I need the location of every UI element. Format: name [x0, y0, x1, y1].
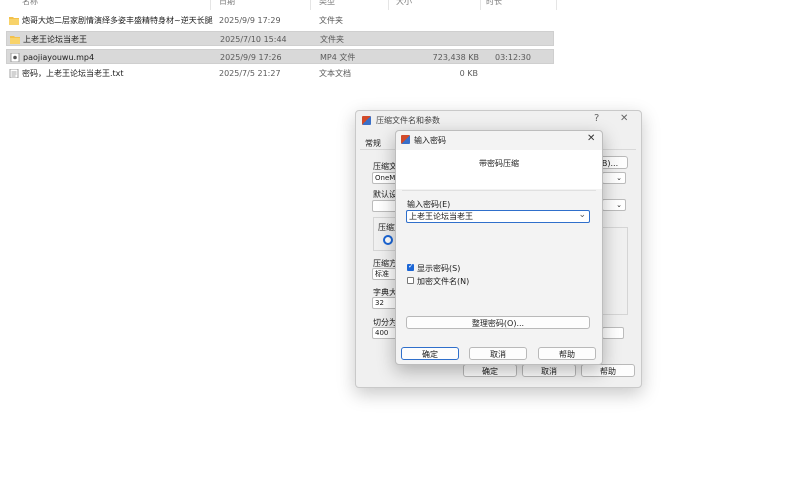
text-file-icon: [9, 69, 19, 78]
file-row[interactable]: 密码，上老王论坛当老王.txt 2025/7/5 21:27 文本文档 0 KB: [6, 66, 554, 81]
file-name: 密码，上老王论坛当老王.txt: [22, 69, 124, 78]
column-header-date[interactable]: 日期: [219, 0, 235, 7]
file-row[interactable]: 炮哥大炮二层家剧情演绎多姿丰盛精特身材~逆天长腿 2025/9/9 17:29 …: [6, 13, 554, 28]
winrar-app-icon: [401, 135, 410, 144]
file-date: 2025/9/9 17:26: [220, 53, 282, 62]
winrar-app-icon: [362, 116, 371, 125]
video-file-icon: [10, 53, 20, 62]
file-size: 723,438 KB: [432, 53, 479, 62]
dialog-heading: 带密码压缩: [479, 159, 519, 168]
update-mode-dropdown[interactable]: ⌄: [602, 199, 626, 211]
file-date: 2025/7/10 15:44: [220, 35, 287, 44]
file-date: 2025/9/9 17:29: [219, 16, 281, 25]
column-separator: [310, 0, 311, 10]
parameter-field[interactable]: [602, 327, 624, 339]
chevron-down-icon: ⌄: [616, 201, 622, 209]
column-separator: [480, 0, 481, 10]
cancel-button[interactable]: 取消: [469, 347, 527, 360]
dialog-title: 输入密码: [414, 136, 446, 145]
close-icon[interactable]: ✕: [620, 113, 628, 124]
options-group: [600, 227, 628, 315]
dialog-title: 压缩文件名和参数: [376, 116, 440, 125]
help-button[interactable]: 帮助: [581, 364, 635, 377]
default-profile-label: 默认设: [373, 190, 397, 199]
file-name: 上老王论坛当老王: [23, 35, 87, 44]
ok-button[interactable]: 确定: [401, 347, 459, 360]
file-type: 文本文档: [319, 69, 351, 78]
help-button[interactable]: 帮助: [538, 347, 596, 360]
column-separator: [210, 0, 211, 10]
show-password-checkbox[interactable]: [407, 262, 414, 271]
column-header-duration[interactable]: 时长: [486, 0, 502, 7]
file-row[interactable]: 上老王论坛当老王 2025/7/10 15:44 文件夹: [6, 31, 554, 46]
file-name: 炮哥大炮二层家剧情演绎多姿丰盛精特身材~逆天长腿: [22, 16, 213, 25]
column-header-type[interactable]: 类型: [319, 0, 335, 7]
encrypt-filenames-checkbox[interactable]: [407, 277, 414, 284]
help-icon[interactable]: ?: [594, 113, 599, 124]
archive-name-dropdown[interactable]: ⌄: [602, 172, 626, 184]
file-size: 0 KB: [459, 69, 478, 78]
chevron-down-icon[interactable]: ⌄: [578, 210, 586, 220]
ok-button[interactable]: 确定: [463, 364, 517, 377]
close-icon[interactable]: ✕: [587, 133, 595, 144]
file-date: 2025/7/5 21:27: [219, 69, 281, 78]
password-value: 上老王论坛当老王: [409, 212, 473, 221]
column-header-size[interactable]: 大小: [396, 0, 412, 7]
file-type: 文件夹: [320, 35, 344, 44]
folder-icon: [9, 17, 19, 25]
file-type: MP4 文件: [320, 53, 356, 62]
file-duration: 03:12:30: [495, 53, 531, 62]
column-header-name[interactable]: 名称: [22, 0, 38, 7]
organize-passwords-button[interactable]: 整理密码(O)...: [406, 316, 590, 329]
tab-general[interactable]: 常规: [365, 138, 381, 149]
chevron-down-icon: ⌄: [616, 174, 622, 182]
cancel-button[interactable]: 取消: [522, 364, 576, 377]
file-type: 文件夹: [319, 16, 343, 25]
format-radio[interactable]: [383, 235, 393, 245]
password-input[interactable]: 上老王论坛当老王 ⌄: [406, 210, 590, 223]
column-separator: [556, 0, 557, 10]
password-label: 输入密码(E): [407, 200, 451, 209]
divider: [402, 190, 596, 191]
show-password-label[interactable]: 显示密码(S): [417, 263, 460, 274]
encrypt-filenames-label[interactable]: 加密文件名(N): [417, 276, 469, 287]
file-row[interactable]: paojiayouwu.mp4 2025/9/9 17:26 MP4 文件 72…: [6, 49, 554, 64]
file-name: paojiayouwu.mp4: [23, 53, 95, 62]
column-separator: [388, 0, 389, 10]
password-dialog: 输入密码 ✕ 带密码压缩 输入密码(E) 上老王论坛当老王 ⌄ 显示密码(S) …: [395, 130, 603, 365]
archive-name-label: 压缩文: [373, 162, 397, 171]
folder-icon: [10, 36, 20, 44]
header-band: [396, 150, 602, 189]
